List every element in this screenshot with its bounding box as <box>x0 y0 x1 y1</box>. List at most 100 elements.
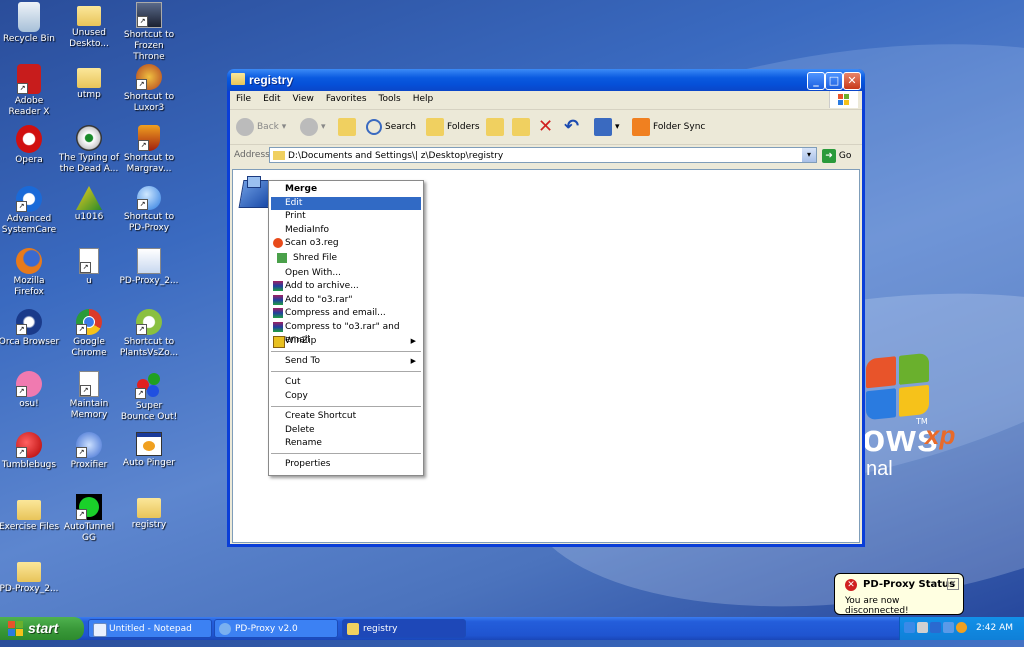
menu-item-winzip[interactable]: WinZip ▶ <box>271 335 421 348</box>
views-button[interactable]: ▾ <box>594 116 620 138</box>
menu-item-cut[interactable]: Cut <box>271 376 421 389</box>
folder-icon <box>273 151 285 160</box>
window-titlebar[interactable]: registry _ □ ✕ <box>227 69 865 91</box>
menu-item-merge[interactable]: Merge <box>271 183 421 196</box>
desktop-icon-super-bounce-out[interactable]: ↗ Super Bounce Out! <box>118 371 180 423</box>
desktop-icon-opera[interactable]: Opera <box>0 125 60 166</box>
menu-item-compress-rar-email[interactable]: Compress to "o3.rar" and email <box>271 321 421 345</box>
menu-item-send-to[interactable]: Send To ▶ <box>271 355 421 368</box>
desktop-icon-u[interactable]: ↗ u <box>58 248 120 287</box>
tray-icon-connection[interactable] <box>943 622 954 633</box>
opera-icon <box>16 125 42 153</box>
desktop-icon-typing-of-the-dead[interactable]: The Typing of the Dead A... <box>58 125 120 175</box>
address-dropdown-button[interactable]: ▾ <box>802 148 816 162</box>
clock[interactable]: 2:42 AM <box>976 617 1013 640</box>
menu-view[interactable]: View <box>287 92 320 106</box>
tray-icon-antivirus[interactable] <box>956 622 967 633</box>
taskbar-item-notepad[interactable]: Untitled - Notepad <box>88 619 212 638</box>
desktop-icon-google-chrome[interactable]: ↗ Google Chrome <box>58 309 120 359</box>
globe-icon: ↗ <box>137 186 161 210</box>
tray-icon-pd-proxy[interactable] <box>930 622 941 633</box>
desktop-icon-pd-proxy-installer-2[interactable]: PD-Proxy_2... <box>0 556 60 595</box>
desktop-icon-luxor3[interactable]: ↗ Shortcut to Luxor3 <box>118 64 180 114</box>
tray-balloon-notification[interactable]: ✕ PD-Proxy Status ✕ You are now disconne… <box>834 573 964 616</box>
taskbar-item-registry[interactable]: registry <box>342 619 466 638</box>
menu-item-add-to-archive[interactable]: Add to archive... <box>271 280 421 293</box>
up-folder-button[interactable] <box>338 116 359 138</box>
desktop-icon-margrave[interactable]: ↗ Shortcut to Margrav... <box>118 125 180 175</box>
desktop-icon-plants-vs-zombies[interactable]: ↗ Shortcut to PlantsVsZo... <box>118 309 180 359</box>
menu-item-create-shortcut[interactable]: Create Shortcut <box>271 410 421 423</box>
menu-item-print[interactable]: Print <box>271 210 421 223</box>
folder-icon <box>231 73 245 85</box>
close-button[interactable]: ✕ <box>843 72 861 90</box>
tray-icon-monitor[interactable] <box>917 622 928 633</box>
delete-button[interactable]: ✕ <box>538 116 553 138</box>
copy-to-button[interactable] <box>512 116 533 138</box>
folder-sync-icon <box>632 117 650 136</box>
maximize-button[interactable]: □ <box>825 72 843 90</box>
desktop-icon-pd-proxy-installer[interactable]: PD-Proxy_2... <box>118 248 180 287</box>
folder-sync-button[interactable]: Folder Sync <box>632 116 705 138</box>
desktop-icon-adobe-reader[interactable]: ↗ Adobe Reader X <box>0 64 60 118</box>
desktop-icon-auto-pinger[interactable]: Auto Pinger <box>118 432 180 469</box>
desktop-icon-recycle-bin[interactable]: Recycle Bin <box>0 2 60 45</box>
desktop-icon-frozen-throne[interactable]: ↗ Shortcut to Frozen Throne <box>118 2 180 63</box>
desktop-icon-u1016[interactable]: u1016 <box>58 186 120 223</box>
desktop-icon-tumblebugs[interactable]: ↗ Tumblebugs <box>0 432 60 471</box>
menu-item-edit[interactable]: Edit <box>271 197 421 210</box>
desktop-icon-firefox[interactable]: Mozilla Firefox <box>0 248 60 298</box>
menu-favorites[interactable]: Favorites <box>320 92 373 106</box>
menu-item-compress-email[interactable]: Compress and email... <box>271 307 421 320</box>
menu-help[interactable]: Help <box>407 92 440 106</box>
address-input[interactable]: D:\Documents and Settings\| z\Desktop\re… <box>269 147 817 163</box>
desktop-icon-maintain-memory[interactable]: ↗ Maintain Memory <box>58 371 120 421</box>
undo-button[interactable]: ↶ <box>564 116 579 138</box>
desktop-icon-pd-proxy-shortcut[interactable]: ↗ Shortcut to PD-Proxy <box>118 186 180 234</box>
go-button[interactable]: ➜ Go <box>822 148 851 164</box>
desktop-icon-osu[interactable]: ↗ osu! <box>0 371 60 410</box>
winrar-icon <box>273 281 283 291</box>
search-button[interactable]: Search <box>366 116 416 138</box>
menu-tools[interactable]: Tools <box>373 92 407 106</box>
desktop-icon-orca-browser[interactable]: ↗ Orca Browser <box>0 309 60 348</box>
start-button[interactable]: start <box>0 617 84 640</box>
menu-item-add-to-rar[interactable]: Add to "o3.rar" <box>271 294 421 307</box>
tray-icon-network[interactable] <box>904 622 915 633</box>
menu-item-label: Shred File <box>293 253 338 263</box>
menu-item-properties[interactable]: Properties <box>271 458 421 471</box>
desktop-icon-utmp[interactable]: utmp <box>58 64 120 101</box>
wallpaper-edition-text: nal <box>866 458 893 480</box>
desktop-icon-proxifier[interactable]: ↗ Proxifier <box>58 432 120 471</box>
menu-item-open-with[interactable]: Open With... <box>271 267 421 280</box>
minimize-button[interactable]: _ <box>807 72 825 90</box>
menu-item-mediainfo[interactable]: MediaInfo <box>271 224 421 237</box>
menu-item-label: Send To <box>285 356 321 366</box>
folders-button[interactable]: Folders <box>426 116 480 138</box>
up-folder-icon <box>338 117 356 136</box>
desktop-icon-registry[interactable]: registry <box>118 494 180 531</box>
desktop-icon-label: Advanced SystemCare <box>1 214 57 235</box>
menu-edit[interactable]: Edit <box>257 92 286 106</box>
menu-item-delete[interactable]: Delete <box>271 424 421 437</box>
desktop-icon-label: The Typing of the Dead A... <box>58 153 120 174</box>
forward-button[interactable]: ▾ <box>300 116 326 138</box>
desktop-icon-exercise-files[interactable]: Exercise Files <box>0 494 60 533</box>
desktop-icon-advanced-systemcare[interactable]: ↗ Advanced SystemCare <box>0 186 60 236</box>
desktop-icon-autotunnel-gg[interactable]: ↗ AutoTunnel GG <box>58 494 120 544</box>
desktop-icon-label: Orca Browser <box>0 337 60 347</box>
desktop-icon-label: Shortcut to PD-Proxy <box>123 212 175 233</box>
menu-item-rename[interactable]: Rename <box>271 437 421 450</box>
back-button[interactable]: Back ▾ <box>236 116 286 138</box>
desktop-icon-label: PD-Proxy_2... <box>0 584 59 594</box>
desktop-icon-unused-desktop[interactable]: Unused Deskto... <box>58 2 120 50</box>
move-to-button[interactable] <box>486 116 507 138</box>
windows-flag-logo <box>866 352 930 424</box>
menu-file[interactable]: File <box>230 92 257 106</box>
taskbar-item-pd-proxy[interactable]: PD-Proxy v2.0 <box>214 619 338 638</box>
menu-item-copy[interactable]: Copy <box>271 390 421 403</box>
folders-label: Folders <box>447 122 480 132</box>
menu-item-scan[interactable]: Scan o3.reg <box>271 237 421 250</box>
menu-item-shred-file[interactable]: Shred File <box>271 252 421 265</box>
balloon-close-button[interactable]: ✕ <box>947 578 959 590</box>
